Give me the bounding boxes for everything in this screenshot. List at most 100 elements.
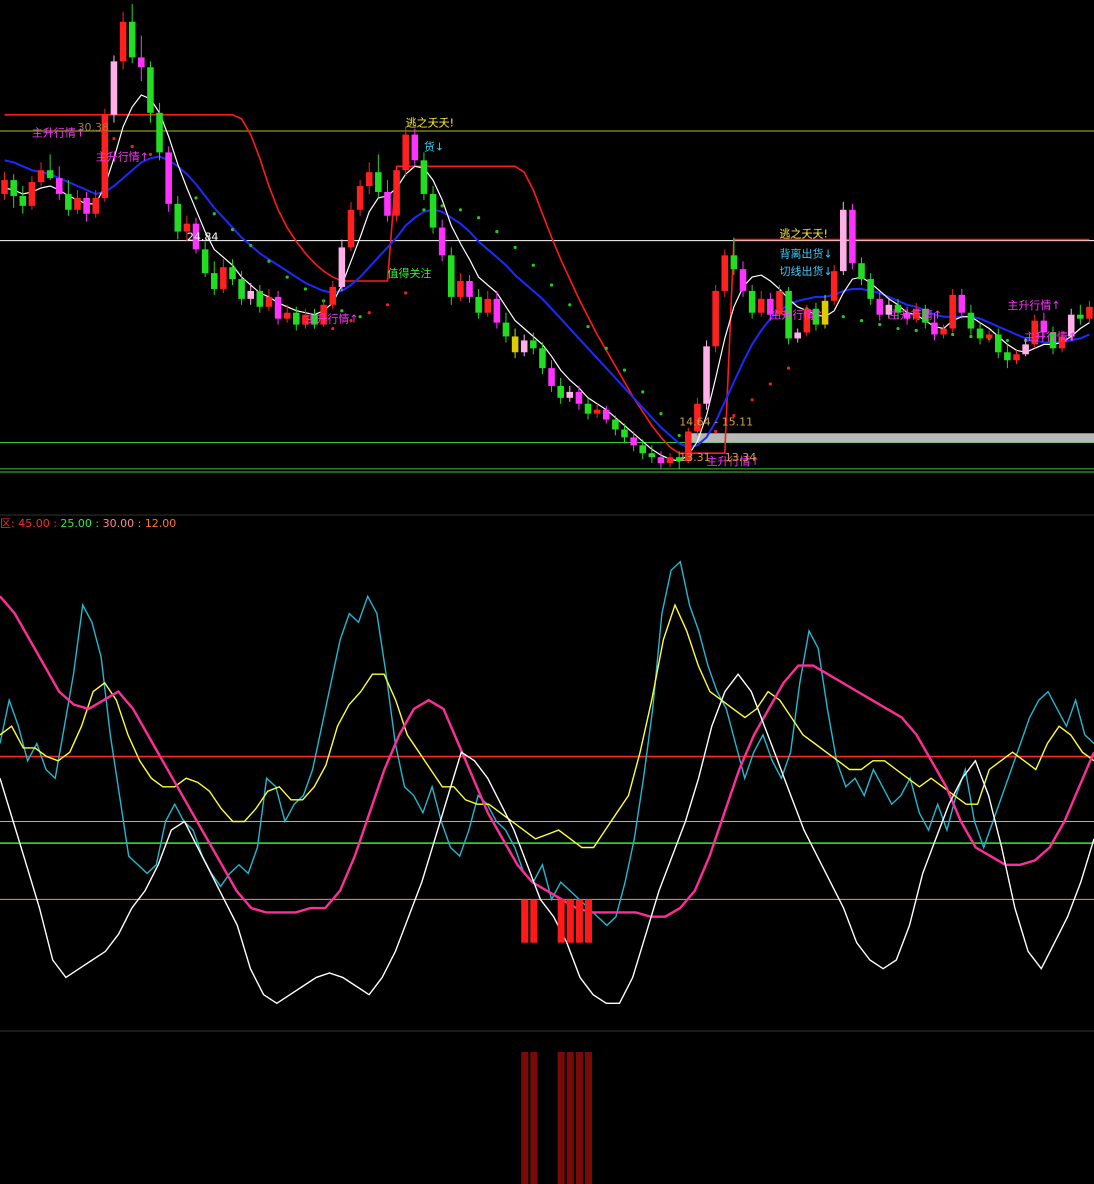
trend-dot-red [148, 152, 153, 156]
candle-body [940, 328, 947, 335]
trend-dot-red [714, 429, 718, 434]
legend-value: 25.00 : [60, 517, 102, 530]
price-annotation: 主升行情↑ [770, 309, 823, 322]
trend-dot-red [768, 382, 772, 386]
candle-body [92, 197, 100, 214]
candle-body [356, 186, 364, 210]
candle-body [274, 296, 282, 319]
candle-body [958, 294, 966, 313]
candle-body [967, 312, 975, 329]
trend-dot-green [951, 332, 955, 337]
signal-volume-bar [521, 1052, 529, 1184]
candle-body [931, 322, 938, 335]
price-annotation: 切线出货↓ [779, 264, 832, 278]
candle-body [138, 57, 145, 68]
price-annotation: 逃之夭夭! [406, 116, 454, 130]
candle-body [666, 457, 674, 464]
candle-body [1077, 314, 1084, 319]
candle-body [794, 332, 801, 339]
candle-body [548, 368, 555, 386]
candle-body [65, 193, 72, 210]
candle-body [639, 445, 647, 454]
price-annotation: 背离出货↓ [779, 246, 832, 260]
candle-body [593, 409, 601, 414]
price-annotation: 值得关注 [387, 266, 431, 280]
candle-body [447, 255, 455, 297]
trend-dot-green [358, 315, 362, 319]
oscillator-signal-bar [566, 899, 574, 943]
candle-body [365, 172, 373, 187]
price-annotation: 24.84 [187, 231, 219, 244]
trend-dot-red [331, 326, 335, 331]
candle-body [621, 429, 628, 438]
price-annotation: 14.64 - 15.11 [679, 416, 753, 429]
trend-dot-green [568, 303, 572, 307]
trend-dot-red [385, 303, 390, 307]
trend-dot-green [859, 319, 864, 323]
candle-body [876, 298, 884, 315]
trend-dot-green [896, 326, 900, 331]
candle-body [566, 391, 574, 398]
price-annotation: 主升行情↑ [305, 313, 358, 326]
trend-dot-green [1005, 338, 1009, 343]
trend-dot-red [786, 366, 791, 370]
trend-dot-green [249, 243, 253, 248]
candle-body [247, 290, 254, 299]
signal-volume-bar [575, 1052, 583, 1184]
price-annotation: 30.38 [77, 121, 109, 134]
candle-body [329, 286, 337, 305]
trend-dot-green [878, 322, 882, 327]
candle-body [985, 334, 993, 339]
candle-body [46, 170, 54, 179]
trend-dot-green [513, 245, 517, 249]
candle-body [484, 298, 492, 313]
trend-dot-green [267, 259, 271, 263]
candle-body [867, 279, 874, 299]
price-annotation: 主升行情↑ [96, 150, 149, 163]
trend-dot-green [495, 229, 499, 234]
candle-body [530, 340, 537, 349]
candle-body [119, 21, 127, 62]
candle-body [584, 403, 592, 414]
candle-body [575, 391, 583, 404]
candle-body [630, 437, 637, 446]
trend-dot-green [422, 208, 426, 212]
price-annotation: 主升行情↑ [889, 309, 942, 322]
candle-body [293, 312, 300, 325]
candle-body [612, 419, 619, 430]
candle-body [256, 290, 264, 307]
candle-body [757, 298, 765, 313]
candle-body [721, 255, 729, 291]
candle-body [220, 267, 227, 289]
candle-body [55, 178, 63, 194]
candle-body [83, 197, 90, 214]
candle-body [602, 409, 610, 420]
candle-body [466, 281, 473, 297]
oscillator-signal-bar [530, 899, 538, 943]
candle-body [730, 255, 738, 270]
trend-dot-green [604, 346, 608, 350]
candle-body [10, 180, 17, 196]
trend-dot-green [914, 328, 918, 333]
trend-dot-green [531, 263, 535, 267]
candle-body [338, 247, 346, 287]
oscillator-signal-bar [521, 899, 529, 943]
candle-body [393, 170, 400, 216]
trend-dot-red [404, 291, 408, 295]
trend-dot-green [458, 208, 462, 212]
trend-dot-green [677, 433, 681, 438]
trend-dot-green [622, 368, 627, 372]
trend-dot-green [841, 315, 845, 319]
signal-volume-bar [557, 1052, 565, 1184]
candle-body [858, 263, 865, 280]
chart-background [0, 0, 1094, 1184]
oscillator-signal-bar [557, 899, 565, 943]
trend-dot-green [659, 412, 663, 416]
candle-body [165, 152, 172, 204]
support-zone [688, 433, 1094, 443]
candle-body [976, 328, 984, 339]
candle-body [1013, 354, 1020, 361]
trend-dot-green [230, 227, 235, 232]
candle-body [283, 312, 291, 319]
legend-value: 30.00 : [103, 517, 145, 530]
